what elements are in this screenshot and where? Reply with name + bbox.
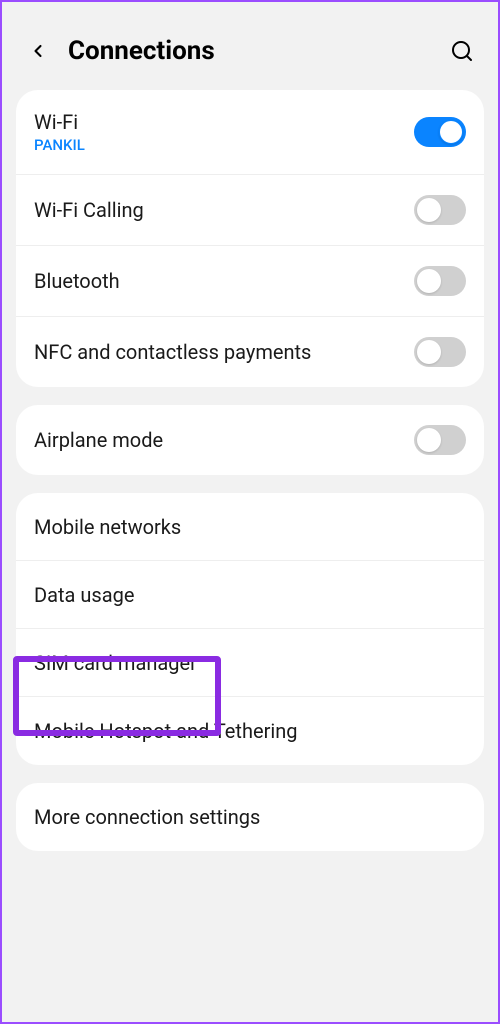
row-label: NFC and contactless payments bbox=[34, 340, 414, 364]
mobile-networks-row[interactable]: Mobile networks bbox=[16, 493, 484, 561]
page-title: Connections bbox=[68, 36, 448, 66]
row-label: Mobile networks bbox=[34, 515, 466, 539]
settings-group: Airplane mode bbox=[16, 405, 484, 475]
wifi-network-name: PANKIL bbox=[34, 136, 414, 154]
row-label: Wi-Fi Calling bbox=[34, 198, 414, 222]
back-icon[interactable] bbox=[24, 37, 52, 65]
mobile-hotspot-row[interactable]: Mobile Hotspot and Tethering bbox=[16, 697, 484, 765]
row-label: Bluetooth bbox=[34, 269, 414, 293]
settings-group: Mobile networks Data usage SIM card mana… bbox=[16, 493, 484, 765]
settings-group: Wi-Fi PANKIL Wi-Fi Calling Bluetooth NFC… bbox=[16, 90, 484, 387]
row-label: Data usage bbox=[34, 583, 466, 607]
settings-group: More connection settings bbox=[16, 783, 484, 851]
wifi-row[interactable]: Wi-Fi PANKIL bbox=[16, 90, 484, 175]
row-label: Wi-Fi bbox=[34, 110, 414, 134]
bluetooth-row[interactable]: Bluetooth bbox=[16, 246, 484, 317]
data-usage-row[interactable]: Data usage bbox=[16, 561, 484, 629]
sim-card-manager-row[interactable]: SIM card manager bbox=[16, 629, 484, 697]
row-label: Airplane mode bbox=[34, 428, 414, 452]
nfc-row[interactable]: NFC and contactless payments bbox=[16, 317, 484, 387]
airplane-mode-row[interactable]: Airplane mode bbox=[16, 405, 484, 475]
wifi-toggle[interactable] bbox=[414, 117, 466, 147]
wifi-calling-row[interactable]: Wi-Fi Calling bbox=[16, 175, 484, 246]
bluetooth-toggle[interactable] bbox=[414, 266, 466, 296]
more-connection-settings-row[interactable]: More connection settings bbox=[16, 783, 484, 851]
search-icon[interactable] bbox=[448, 37, 476, 65]
row-label: SIM card manager bbox=[34, 651, 466, 675]
wifi-calling-toggle[interactable] bbox=[414, 195, 466, 225]
header: Connections bbox=[16, 16, 484, 90]
row-label: More connection settings bbox=[34, 805, 466, 829]
row-label: Mobile Hotspot and Tethering bbox=[34, 719, 466, 743]
airplane-mode-toggle[interactable] bbox=[414, 425, 466, 455]
nfc-toggle[interactable] bbox=[414, 337, 466, 367]
